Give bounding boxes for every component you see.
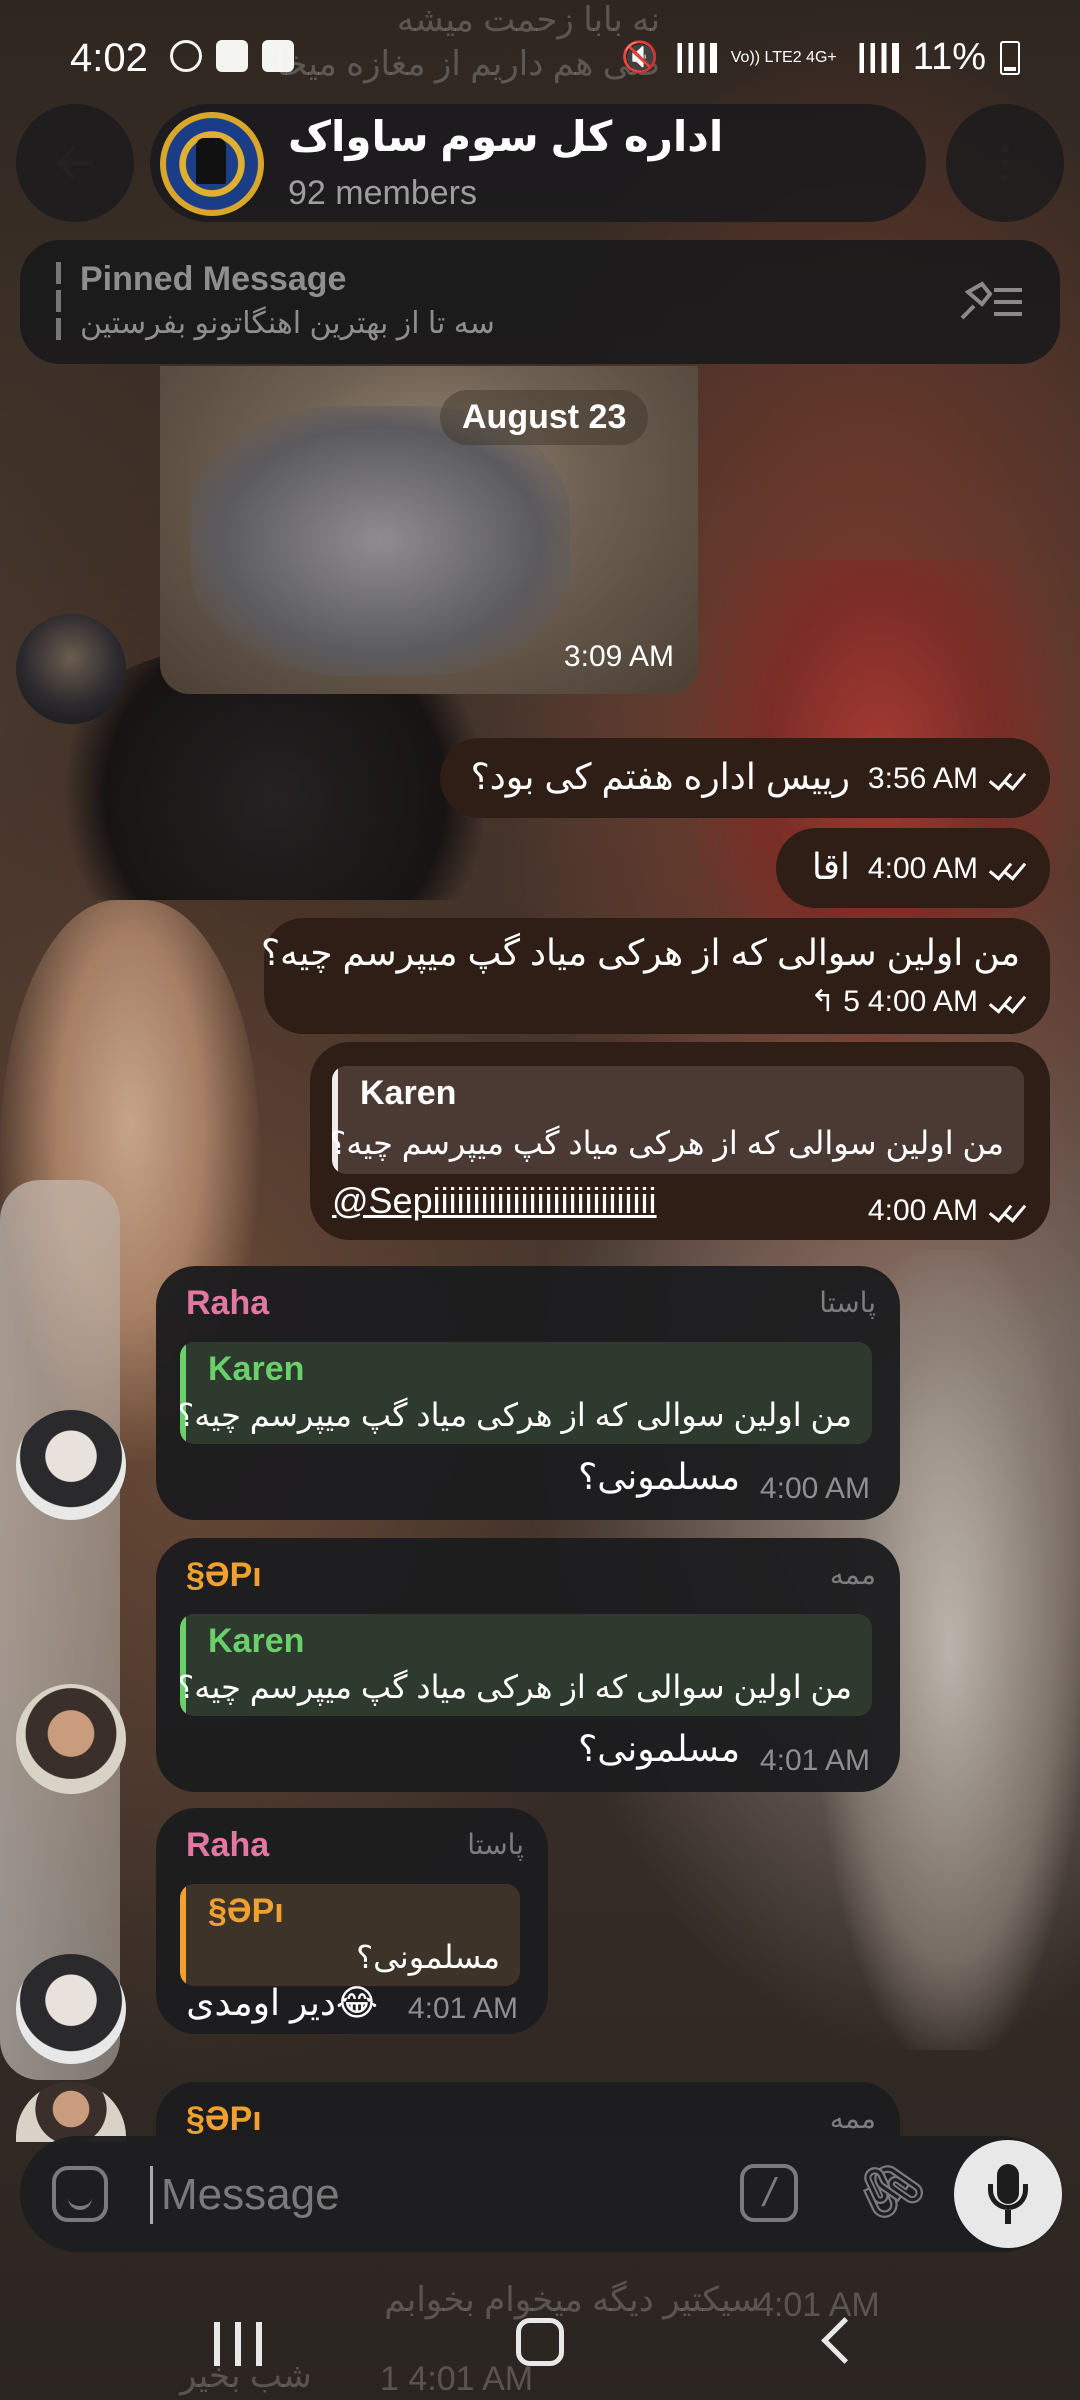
date-chip: August 23 [440,390,649,445]
message-meta: 4:00 AM [868,852,1030,886]
sender-avatar[interactable] [16,1954,126,2064]
message-input[interactable] [150,2166,723,2224]
sender-name[interactable]: §ƏPı [186,2100,262,2139]
gallery-icon [216,40,248,72]
battery-icon [1000,40,1020,75]
quote-author: Karen [208,1350,305,1388]
read-ticks-icon [986,768,1030,790]
member-rank: پاستا [819,1287,876,1318]
reply-quote[interactable]: Karen من اولین سوالی که از هرکی میاد گپ … [332,1066,1024,1174]
member-rank: ممه [829,1559,876,1590]
back-nav-button[interactable] [821,2317,868,2364]
notification-icons [170,40,294,72]
message-text: اقا [811,846,850,887]
status-right: 🔇 Vo)) LTE2 4G+ 11% [621,36,1020,79]
signal-icon [672,42,717,73]
app-notification-icon [170,40,202,72]
wallpaper-fur [0,1180,120,2080]
message-meta: ↰ 5 4:00 AM [810,984,1030,1019]
message-time: 4:00 AM [867,852,978,885]
home-button[interactable] [516,2318,564,2366]
reply-quote[interactable]: §ƏPı مسلمونی؟ [180,1884,520,1986]
battery-percent: 11% [912,36,986,78]
sender-avatar[interactable] [16,1684,126,1794]
reply-quote[interactable]: Karen من اولین سوالی که از هرکی میاد گپ … [180,1342,872,1444]
message-time: 4:01 AM [407,1992,518,2025]
pinned-text: سه تا از بهترین اهنگاتونو بفرستین [80,307,495,340]
group-name: اداره کل سوم ساواک [288,113,724,160]
sender-avatar[interactable] [16,2082,126,2142]
quote-bar [180,1884,186,1986]
message-text: رییس اداره هفتم کی بود؟ [470,756,850,797]
quote-text: مسلمونی؟ [356,1939,500,1975]
quote-text: من اولین سوالی که از هرکی میاد گپ میپرسم… [332,1125,1004,1161]
attach-paperclip-icon[interactable]: 🖇 [841,2142,936,2238]
reply-quote[interactable]: Karen من اولین سوالی که از هرکی میاد گپ … [180,1614,872,1716]
group-avatar[interactable] [160,112,264,216]
mute-icon: 🔇 [621,41,659,74]
sender-avatar[interactable] [16,1410,126,1520]
sticker-emoji-icon[interactable] [52,2166,108,2222]
status-time: 4:02 [70,36,148,80]
more-options-button[interactable] [946,104,1064,222]
pinned-message-bar[interactable]: Pinned Message سه تا از بهترین اهنگاتونو… [20,240,1060,364]
read-ticks-icon [986,991,1030,1013]
message-meta: 3:56 AM [868,762,1030,796]
quote-text: من اولین سوالی که از هرکی میاد گپ میپرسم… [180,1397,852,1433]
recent-apps-button[interactable] [214,2322,262,2366]
quote-author: Karen [208,1622,305,1660]
sender-name[interactable]: Raha [186,1284,269,1323]
bot-command-button[interactable]: / [740,2164,798,2222]
more-vertical-icon [1001,145,1009,181]
message-meta: 4:00 AM [868,1194,1030,1228]
network-type: Vo)) LTE2 4G+ [730,48,837,66]
member-rank: ممه [829,2103,876,2134]
message-text: مسلمونی؟ [578,1728,740,1769]
sender-avatar[interactable] [16,614,126,724]
message-text: من اولین سوالی که از هرکی میاد گپ میپرسم… [260,932,1020,973]
member-count: 92 members [288,174,477,212]
group-title-area[interactable]: اداره کل سوم ساواک 92 members [150,104,926,222]
pinned-indicator [56,262,61,342]
back-button[interactable] [16,104,134,222]
outgoing-message[interactable]: رییس اداره هفتم کی بود؟ 3:56 AM [440,738,1050,818]
reply-arrow-icon: ↰ [810,985,836,1018]
message-time: 4:01 AM [759,1744,870,1777]
chat-header: اداره کل سوم ساواک 92 members [0,100,1080,222]
quote-author: Karen [360,1074,457,1112]
message-time: 4:00 AM [867,984,978,1018]
member-rank: پاستا [467,1829,524,1860]
arrow-left-icon [55,143,95,183]
incoming-message[interactable]: Raha پاستا Karen من اولین سوالی که از هر… [156,1266,900,1520]
read-ticks-icon [986,858,1030,880]
navigation-bar [0,2290,1080,2400]
message-composer: / 🖇 [20,2136,1062,2252]
quote-author: §ƏPı [208,1892,284,1930]
message-time: 4:00 AM [759,1472,870,1505]
message-time: 4:00 AM [867,1194,978,1227]
sender-name[interactable]: §ƏPı [186,1556,262,1595]
sender-name[interactable]: Raha [186,1826,269,1865]
message-text: مسلمونی؟ [578,1456,740,1497]
pinned-title: Pinned Message [80,260,347,298]
message-time: 3:56 AM [867,762,978,795]
reply-count: 5 [843,984,860,1018]
pinned-list-icon[interactable] [958,278,1024,324]
message-text: 😂دیر اومدی [186,1982,378,2023]
outgoing-message[interactable]: اقا 4:00 AM [776,828,1050,908]
outgoing-message[interactable]: Karen من اولین سوالی که از هرکی میاد گپ … [310,1042,1050,1240]
voice-record-button[interactable] [954,2140,1062,2248]
incoming-message[interactable]: Raha پاستا §ƏPı مسلمونی؟ 😂دیر اومدی 4:01… [156,1808,548,2034]
read-ticks-icon [986,1200,1030,1222]
signal-icon [854,42,899,73]
quote-text: من اولین سوالی که از هرکی میاد گپ میپرسم… [180,1669,852,1705]
incoming-message[interactable]: §ƏPı ممه Karen من اولین سوالی که از هرکی… [156,1538,900,1792]
checkbox-icon [262,40,294,72]
outgoing-message[interactable]: من اولین سوالی که از هرکی میاد گپ میپرسم… [260,918,1050,1034]
message-time: 3:09 AM [563,640,674,673]
mention-link[interactable]: @Sepiiiiiiiiiiiiiiiiiiiiiiiiiiii [332,1180,657,1222]
